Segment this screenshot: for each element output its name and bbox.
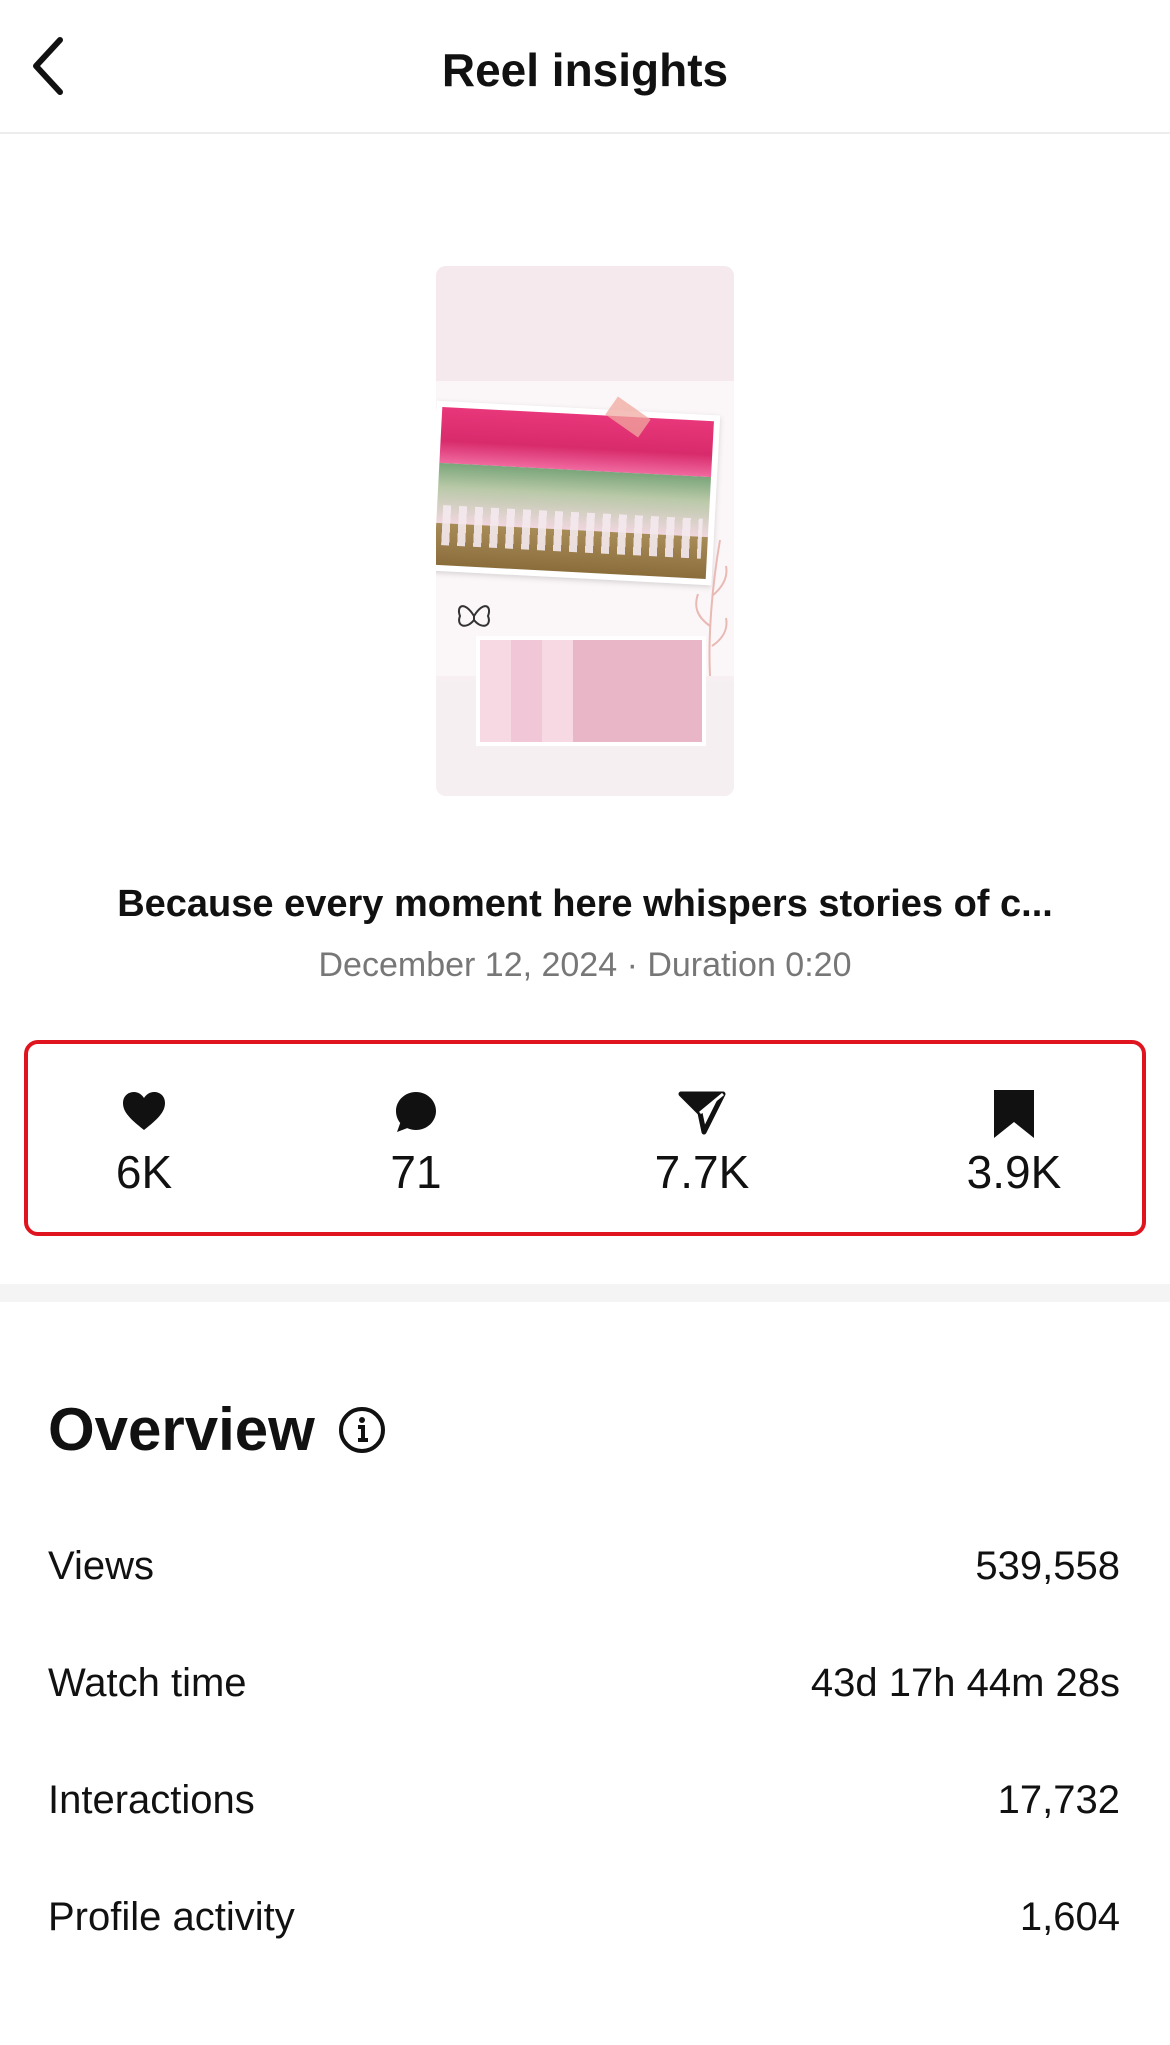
views-value: 539,558 xyxy=(975,1544,1120,1588)
section-divider xyxy=(0,1284,1170,1302)
engagement-stats: 6K 71 7.7K 3.9K xyxy=(24,1040,1146,1236)
interactions-label: Interactions xyxy=(48,1778,255,1822)
overview-row-interactions[interactable]: Interactions 17,732 xyxy=(48,1770,1120,1830)
page-title: Reel insights xyxy=(441,44,729,96)
shares-stat[interactable]: 7.7K xyxy=(602,1088,802,1200)
comment-icon xyxy=(316,1088,516,1144)
bookmark-icon xyxy=(914,1088,1114,1144)
reel-meta: December 12, 2024 · Duration 0:20 xyxy=(318,946,852,984)
overview-row-profile-activity[interactable]: Profile activity 1,604 xyxy=(48,1887,1120,1947)
second-photo xyxy=(476,636,706,746)
shares-count: 7.7K xyxy=(654,1146,750,1198)
interactions-value: 17,732 xyxy=(997,1778,1120,1822)
heart-icon xyxy=(44,1088,244,1144)
saves-count: 3.9K xyxy=(966,1146,1062,1198)
comments-stat[interactable]: 71 xyxy=(316,1088,516,1200)
overview-row-views[interactable]: Views 539,558 xyxy=(48,1536,1120,1596)
send-icon xyxy=(602,1088,802,1144)
watch-time-value: 43d 17h 44m 28s xyxy=(810,1661,1120,1705)
likes-stat[interactable]: 6K xyxy=(44,1088,244,1200)
overview-heading: Overview xyxy=(48,1396,315,1463)
comments-count: 71 xyxy=(390,1146,442,1198)
thumbnail-top-band xyxy=(436,266,734,381)
reel-thumbnail[interactable] xyxy=(436,266,734,796)
saves-stat[interactable]: 3.9K xyxy=(914,1088,1114,1200)
likes-count: 6K xyxy=(115,1146,173,1198)
top-bar: Reel insights xyxy=(0,0,1170,134)
views-label: Views xyxy=(48,1544,154,1588)
overview-row-watch-time[interactable]: Watch time 43d 17h 44m 28s xyxy=(48,1653,1120,1713)
watch-time-label: Watch time xyxy=(48,1661,247,1705)
venue-photo xyxy=(436,400,721,586)
butterfly-icon xyxy=(454,596,494,636)
info-icon[interactable] xyxy=(336,1404,388,1456)
profile-activity-value: 1,604 xyxy=(1019,1895,1120,1939)
leaf-decoration xyxy=(690,536,730,677)
profile-activity-label: Profile activity xyxy=(48,1895,295,1939)
reel-caption: Because every moment here whispers stori… xyxy=(117,883,1053,925)
